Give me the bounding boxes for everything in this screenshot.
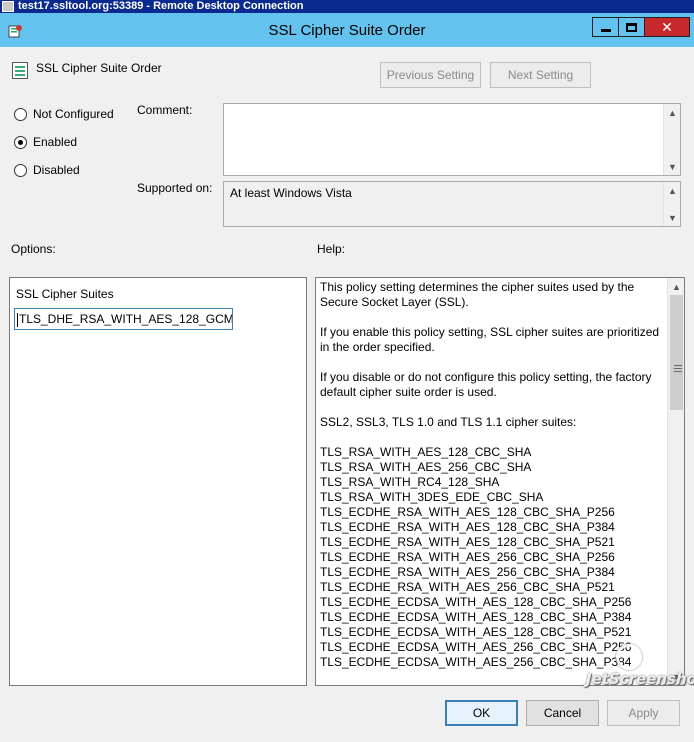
ok-button[interactable]: OK	[445, 700, 518, 726]
dialog-client-area: SSL Cipher Suite Order Previous Setting …	[0, 47, 694, 742]
cipher-suite-item: TLS_ECDHE_ECDSA_WITH_AES_128_CBC_SHA_P25…	[320, 595, 632, 609]
radio-enabled-label: Enabled	[33, 135, 78, 149]
cipher-suite-item: TLS_RSA_WITH_RC4_128_SHA	[320, 475, 500, 489]
minimize-button[interactable]	[592, 17, 619, 37]
comment-label: Comment:	[137, 103, 193, 117]
cipher-suite-item: TLS_RSA_WITH_AES_128_CBC_SHA	[320, 445, 532, 459]
help-scrollbar[interactable]: ▲ ▼	[667, 278, 684, 685]
radio-not-configured-label: Not Configured	[33, 107, 114, 121]
help-paragraph: If you enable this policy setting, SSL c…	[320, 325, 660, 354]
help-pane[interactable]: This policy setting determines the ciphe…	[315, 277, 685, 686]
help-paragraph: This policy setting determines the ciphe…	[320, 280, 635, 309]
supported-on-value: At least Windows Vista	[230, 186, 352, 200]
text-caret	[17, 312, 18, 327]
cipher-suite-item: TLS_ECDHE_RSA_WITH_AES_256_CBC_SHA_P384	[320, 565, 615, 579]
cancel-button[interactable]: Cancel	[526, 700, 599, 726]
radio-disabled-indicator[interactable]	[14, 163, 27, 177]
remote-desktop-icon	[2, 1, 14, 12]
previous-setting-button[interactable]: Previous Setting	[380, 62, 481, 88]
window-title-bar[interactable]: SSL Cipher Suite Order ✕	[0, 13, 694, 47]
help-paragraph: If you disable or do not configure this …	[320, 370, 652, 399]
scroll-grip-icon	[674, 365, 682, 372]
ssl-cipher-suites-input[interactable]: TLS_DHE_RSA_WITH_AES_128_GCM_SHA	[14, 308, 233, 330]
scroll-up-icon[interactable]: ▲	[668, 278, 684, 295]
policy-setting-icon	[12, 62, 28, 79]
maximize-button[interactable]	[618, 17, 645, 37]
remote-desktop-title-bar: test17.ssltool.org:53389 - Remote Deskto…	[0, 0, 694, 13]
policy-name: SSL Cipher Suite Order	[36, 61, 162, 75]
options-pane: SSL Cipher Suites TLS_DHE_RSA_WITH_AES_1…	[9, 277, 307, 686]
cipher-suite-item: TLS_ECDHE_RSA_WITH_AES_128_CBC_SHA_P256	[320, 505, 615, 519]
radio-disabled-label: Disabled	[33, 163, 80, 177]
maximize-icon	[626, 22, 637, 32]
scroll-down-icon[interactable]: ▼	[664, 209, 680, 226]
cipher-suite-item: TLS_ECDHE_RSA_WITH_AES_128_CBC_SHA_P521	[320, 535, 615, 549]
cipher-suite-list: TLS_RSA_WITH_AES_128_CBC_SHA TLS_RSA_WIT…	[320, 445, 664, 670]
cipher-suite-item: TLS_ECDHE_ECDSA_WITH_AES_128_CBC_SHA_P38…	[320, 610, 632, 624]
cipher-suite-item: TLS_RSA_WITH_3DES_EDE_CBC_SHA	[320, 490, 544, 504]
comment-textarea[interactable]: ▲ ▼	[223, 103, 681, 176]
options-heading: Options:	[11, 242, 56, 256]
ssl-cipher-suites-label: SSL Cipher Suites	[16, 287, 114, 301]
minimize-icon	[600, 28, 611, 32]
radio-not-configured-indicator[interactable]	[14, 107, 27, 121]
cipher-suite-item: TLS_ECDHE_RSA_WITH_AES_256_CBC_SHA_P256	[320, 550, 615, 564]
supported-on-scrollbar[interactable]: ▲ ▼	[663, 182, 680, 226]
comment-scrollbar[interactable]: ▲ ▼	[663, 104, 680, 175]
watermark-text: JetScreenshot	[586, 670, 694, 688]
apply-button[interactable]: Apply	[607, 700, 680, 726]
close-button[interactable]: ✕	[644, 17, 690, 37]
radio-enabled[interactable]: Enabled	[14, 135, 77, 149]
help-text: This policy setting determines the ciphe…	[320, 280, 664, 670]
cipher-suite-item: TLS_RSA_WITH_AES_256_CBC_SHA	[320, 460, 532, 474]
window-title: SSL Cipher Suite Order	[268, 22, 426, 39]
supported-on-field: At least Windows Vista ▲ ▼	[223, 181, 681, 227]
help-paragraph: SSL2, SSL3, TLS 1.0 and TLS 1.1 cipher s…	[320, 415, 577, 429]
scroll-down-icon[interactable]: ▼	[664, 158, 680, 175]
watermark: JetScreenshot	[586, 642, 694, 692]
scroll-up-icon[interactable]: ▲	[664, 182, 680, 199]
supported-on-label: Supported on:	[137, 181, 213, 195]
close-icon: ✕	[661, 18, 673, 35]
ssl-cipher-suites-value: TLS_DHE_RSA_WITH_AES_128_GCM_SHA	[19, 312, 233, 326]
next-setting-button[interactable]: Next Setting	[490, 62, 591, 88]
radio-disabled[interactable]: Disabled	[14, 163, 80, 177]
cipher-suite-item: TLS_ECDHE_RSA_WITH_AES_128_CBC_SHA_P384	[320, 520, 615, 534]
help-scroll-thumb[interactable]	[670, 295, 683, 410]
help-heading: Help:	[317, 242, 346, 256]
scroll-up-icon[interactable]: ▲	[664, 104, 680, 121]
radio-enabled-indicator[interactable]	[14, 135, 27, 149]
radio-not-configured[interactable]: Not Configured	[14, 107, 114, 121]
watermark-logo-icon	[616, 644, 642, 670]
cipher-suite-item: TLS_ECDHE_ECDSA_WITH_AES_128_CBC_SHA_P52…	[320, 625, 632, 639]
cipher-suite-item: TLS_ECDHE_RSA_WITH_AES_256_CBC_SHA_P521	[320, 580, 615, 594]
remote-desktop-title: test17.ssltool.org:53389 - Remote Deskto…	[18, 0, 304, 12]
